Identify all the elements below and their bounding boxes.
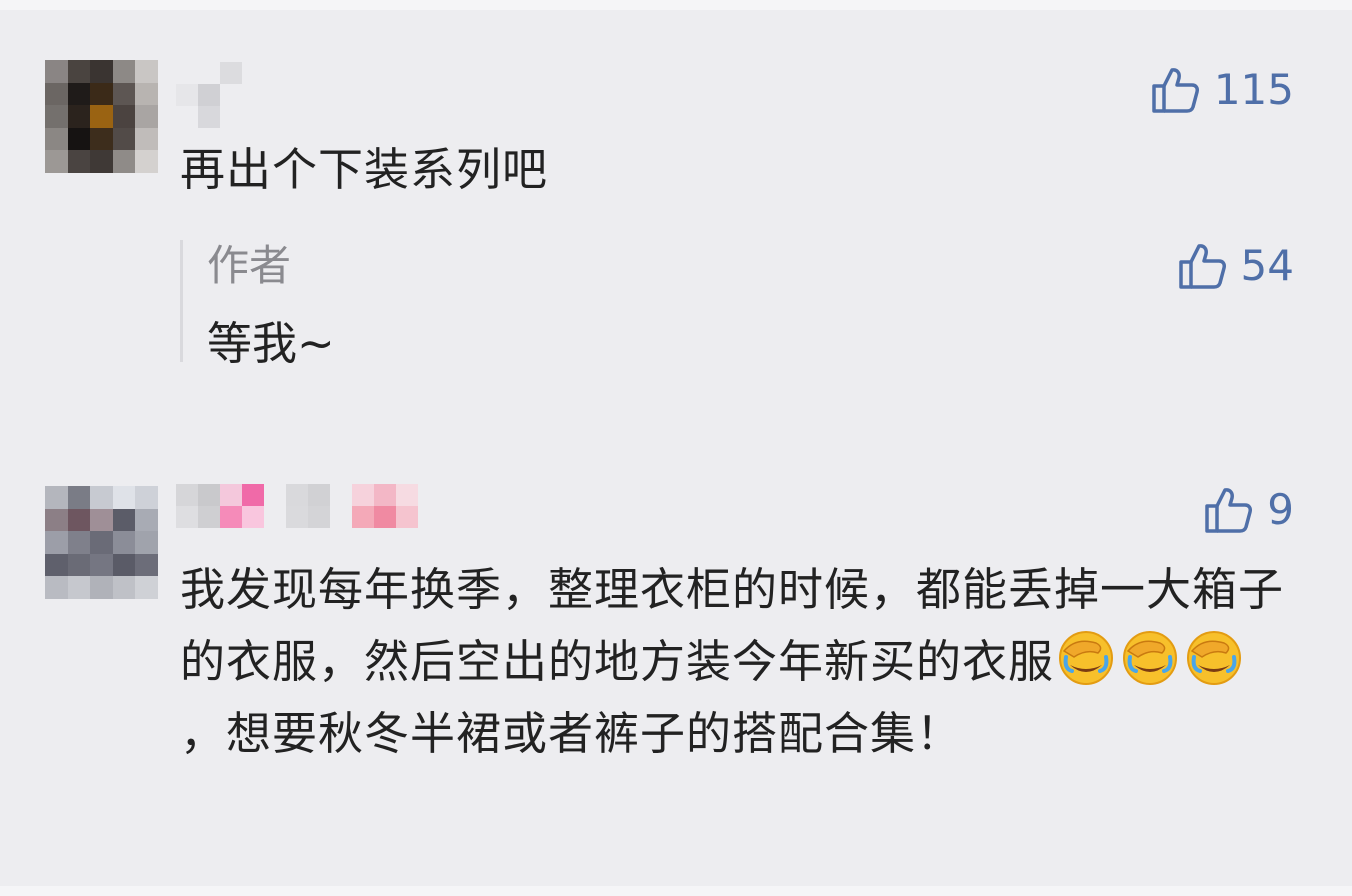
username-blurred[interactable]: [176, 484, 418, 506]
comment-text-part2: ，想要秋冬半裙或者裤子的搭配合集！: [180, 707, 963, 760]
like-count: 9: [1267, 485, 1294, 534]
like-count: 115: [1213, 65, 1294, 114]
like-button[interactable]: 9: [1203, 486, 1294, 534]
reply-divider: [180, 240, 183, 362]
avatar[interactable]: [45, 486, 158, 599]
comment-text-part1: 我发现每年换季，整理衣柜的时候，都能丢掉一大箱子的衣服，然后空出的地方装今年新买…: [180, 563, 1285, 688]
comment-text: 我发现每年换季，整理衣柜的时候，都能丢掉一大箱子的衣服，然后空出的地方装今年新买…: [180, 554, 1290, 770]
username-blurred[interactable]: [176, 62, 242, 84]
username-blurred-row2: [176, 506, 418, 528]
face-palm-crying-icon: [1123, 631, 1178, 685]
face-palm-crying-icon: [1187, 631, 1242, 685]
reply-text: 等我~: [207, 317, 335, 370]
face-palm-crying-icon: [1059, 631, 1114, 685]
username-blurred-row3: [176, 106, 242, 128]
username-blurred-row2: [176, 84, 242, 106]
like-count: 54: [1240, 241, 1294, 290]
reply-author: 作者: [207, 241, 292, 290]
thumbs-up-icon: [1152, 68, 1199, 113]
avatar[interactable]: [45, 60, 158, 173]
comment-text: 再出个下装系列吧: [180, 143, 549, 196]
like-button[interactable]: 115: [1150, 66, 1294, 114]
thumbs-up-icon: [1178, 244, 1226, 289]
reply-like-button[interactable]: 54: [1177, 242, 1294, 290]
thumbs-up-icon: [1205, 488, 1253, 533]
